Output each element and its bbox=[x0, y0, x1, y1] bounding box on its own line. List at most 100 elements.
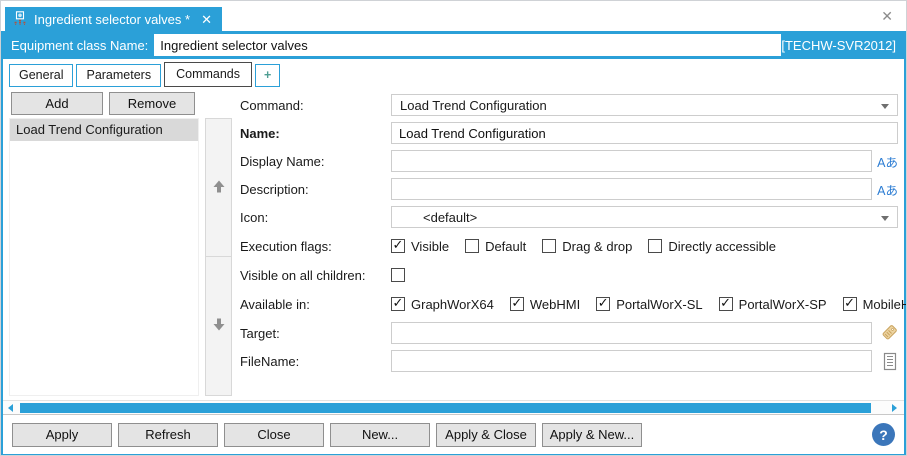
checkbox-default[interactable]: Default bbox=[465, 239, 526, 254]
checkbox-portalworx-sp[interactable]: PortalWorX-SP bbox=[718, 295, 827, 312]
checkbox-icon[interactable] bbox=[391, 237, 405, 253]
localize-icon[interactable]: Aあ bbox=[872, 152, 898, 171]
checkbox-icon[interactable] bbox=[542, 239, 557, 253]
description-input[interactable] bbox=[391, 178, 872, 200]
help-button[interactable]: ? bbox=[872, 423, 895, 446]
description-row: Description: Aあ bbox=[240, 178, 898, 200]
checkbox-icon[interactable] bbox=[391, 295, 405, 311]
checkbox-drag-drop[interactable]: Drag & drop bbox=[542, 239, 632, 254]
command-list-item[interactable]: Load Trend Configuration bbox=[10, 119, 198, 141]
checkbox-label: Drag & drop bbox=[562, 238, 633, 254]
checkbox-label: PortalWorX-SP bbox=[738, 296, 827, 312]
apply-and-close-button[interactable]: Apply & Close bbox=[436, 422, 536, 447]
checkbox-webhmi[interactable]: WebHMI bbox=[509, 295, 581, 312]
checkbox-visible-on-all-children[interactable] bbox=[391, 268, 411, 282]
apply-and-new-button[interactable]: Apply & New... bbox=[542, 422, 642, 447]
document-tab-close-icon[interactable]: ✕ bbox=[201, 13, 212, 26]
checkbox-icon[interactable] bbox=[465, 239, 480, 253]
execution-flags-label: Execution flags: bbox=[240, 238, 332, 254]
checkbox-label: MobileHMI bbox=[862, 296, 906, 312]
checkbox-label: Visible bbox=[411, 238, 450, 254]
checkbox-label: PortalWorX-SL bbox=[616, 296, 703, 312]
checkbox-visible[interactable]: Visible bbox=[391, 237, 450, 254]
command-row: Command: Load Trend Configuration bbox=[240, 94, 898, 116]
scroll-left-icon[interactable] bbox=[8, 404, 13, 412]
name-label: Name: bbox=[240, 125, 280, 141]
checkbox-directly-accessible[interactable]: Directly accessible bbox=[648, 239, 776, 254]
name-input[interactable] bbox=[391, 122, 898, 144]
window-close-icon[interactable]: ✕ bbox=[881, 9, 893, 23]
display-name-row: Display Name: Aあ bbox=[240, 150, 898, 172]
filename-label: FileName: bbox=[240, 353, 300, 369]
editor-frame: Equipment class Name: [TECHW-SVR2012] Ge… bbox=[1, 31, 906, 455]
available-in-row: Available in: GraphWorX64 WebHMI Port bbox=[240, 293, 906, 315]
filename-row: FileName: bbox=[240, 350, 898, 372]
icon-row: Icon: <default> bbox=[240, 206, 898, 228]
document-tab[interactable]: Ingredient selector valves * ✕ bbox=[5, 7, 222, 31]
down-arrow-icon bbox=[212, 317, 226, 335]
remove-command-button[interactable]: Remove bbox=[109, 92, 195, 115]
localize-icon[interactable]: Aあ bbox=[872, 180, 898, 199]
chevron-down-icon bbox=[881, 104, 889, 109]
page-tab-row: General Parameters Commands + bbox=[3, 59, 904, 87]
chevron-down-icon bbox=[881, 216, 889, 221]
checkbox-icon[interactable] bbox=[509, 295, 524, 311]
commands-listbox: Load Trend Configuration bbox=[9, 118, 199, 396]
name-row: Name: bbox=[240, 122, 898, 144]
refresh-button[interactable]: Refresh bbox=[118, 422, 218, 447]
apply-button[interactable]: Apply bbox=[12, 422, 112, 447]
execution-flags-group: Visible Default Drag & drop Directl bbox=[391, 237, 792, 254]
move-down-button[interactable] bbox=[205, 257, 232, 396]
equipment-name-label: Equipment class Name: bbox=[11, 37, 149, 53]
document-tab-strip: Ingredient selector valves * ✕ ✕ bbox=[1, 1, 906, 31]
filename-input[interactable] bbox=[391, 350, 872, 372]
scrollbar-thumb[interactable] bbox=[20, 403, 871, 413]
target-input[interactable] bbox=[391, 322, 872, 344]
checkbox-label: WebHMI bbox=[529, 296, 581, 312]
command-dropdown-value: Load Trend Configuration bbox=[400, 97, 547, 113]
tag-icon bbox=[882, 325, 897, 340]
checkbox-portalworx-sl[interactable]: PortalWorX-SL bbox=[596, 295, 703, 312]
display-name-input[interactable] bbox=[391, 150, 872, 172]
execution-flags-row: Execution flags: Visible Default Drag bbox=[240, 235, 898, 257]
tag-browse-button[interactable] bbox=[872, 324, 898, 342]
tab-commands[interactable]: Commands bbox=[164, 62, 253, 87]
move-up-button[interactable] bbox=[205, 118, 232, 257]
checkbox-icon[interactable] bbox=[842, 295, 857, 311]
add-command-button[interactable]: Add bbox=[11, 92, 103, 115]
visible-on-all-children-label: Visible on all children: bbox=[240, 267, 366, 283]
tab-parameters[interactable]: Parameters bbox=[76, 64, 162, 87]
checkbox-icon[interactable] bbox=[718, 295, 733, 311]
checkbox-icon[interactable] bbox=[648, 239, 663, 253]
icon-label: Icon: bbox=[240, 209, 269, 225]
command-dropdown[interactable]: Load Trend Configuration bbox=[391, 94, 898, 116]
target-label: Target: bbox=[240, 325, 280, 341]
command-form: Command: Load Trend Configuration Name: … bbox=[240, 94, 906, 378]
scroll-right-icon[interactable] bbox=[892, 404, 897, 412]
icon-dropdown[interactable]: <default> bbox=[391, 206, 898, 228]
checkbox-label: GraphWorX64 bbox=[411, 296, 494, 312]
file-icon bbox=[883, 352, 897, 370]
close-button[interactable]: Close bbox=[224, 422, 324, 447]
checkbox-icon[interactable] bbox=[596, 295, 611, 311]
equipment-class-icon bbox=[13, 10, 27, 28]
document-tab-title: Ingredient selector valves * bbox=[34, 11, 191, 27]
commands-tab-content: Add Remove Load Trend Configuration Comm… bbox=[3, 87, 906, 400]
display-name-label: Display Name: bbox=[240, 153, 325, 169]
checkbox-label: Directly accessible bbox=[668, 238, 777, 254]
horizontal-scrollbar[interactable] bbox=[3, 400, 904, 414]
tab-general[interactable]: General bbox=[9, 64, 74, 87]
checkbox-label: Default bbox=[485, 238, 527, 254]
command-label: Command: bbox=[240, 97, 304, 113]
icon-dropdown-value: <default> bbox=[423, 209, 478, 225]
footer-button-bar: Apply Refresh Close New... Apply & Close… bbox=[3, 414, 904, 454]
checkbox-mobilehmi[interactable]: MobileHMI bbox=[842, 295, 906, 312]
tab-add-new[interactable]: + bbox=[255, 64, 281, 87]
equipment-name-input[interactable] bbox=[154, 34, 782, 56]
checkbox-icon[interactable] bbox=[391, 268, 405, 282]
available-in-group: GraphWorX64 WebHMI PortalWorX-SL Po bbox=[391, 295, 906, 312]
new-button[interactable]: New... bbox=[330, 422, 430, 447]
file-browse-button[interactable] bbox=[872, 352, 898, 371]
available-in-label: Available in: bbox=[240, 296, 310, 312]
checkbox-graphworx64[interactable]: GraphWorX64 bbox=[391, 295, 494, 312]
